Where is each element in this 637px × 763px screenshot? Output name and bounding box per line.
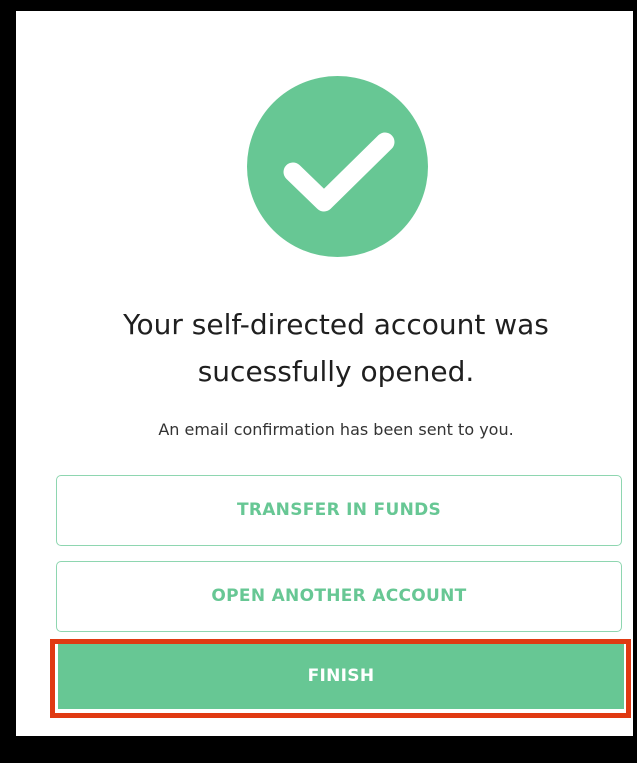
- confirmation-panel: Your self-directed account was sucessful…: [16, 11, 633, 736]
- finish-button[interactable]: FINISH: [58, 644, 624, 709]
- checkmark-icon: [283, 132, 395, 212]
- headline-line-2: sucessfully opened.: [197, 355, 475, 388]
- transfer-in-funds-button[interactable]: TRANSFER IN FUNDS: [56, 475, 622, 546]
- success-checkmark-icon: [247, 76, 428, 257]
- email-confirmation-text: An email confirmation has been sent to y…: [158, 420, 514, 439]
- confirmation-headline: Your self-directed account was sucessful…: [16, 301, 637, 395]
- headline-line-1: Your self-directed account was: [123, 308, 549, 341]
- open-another-account-button[interactable]: OPEN ANOTHER ACCOUNT: [56, 561, 622, 632]
